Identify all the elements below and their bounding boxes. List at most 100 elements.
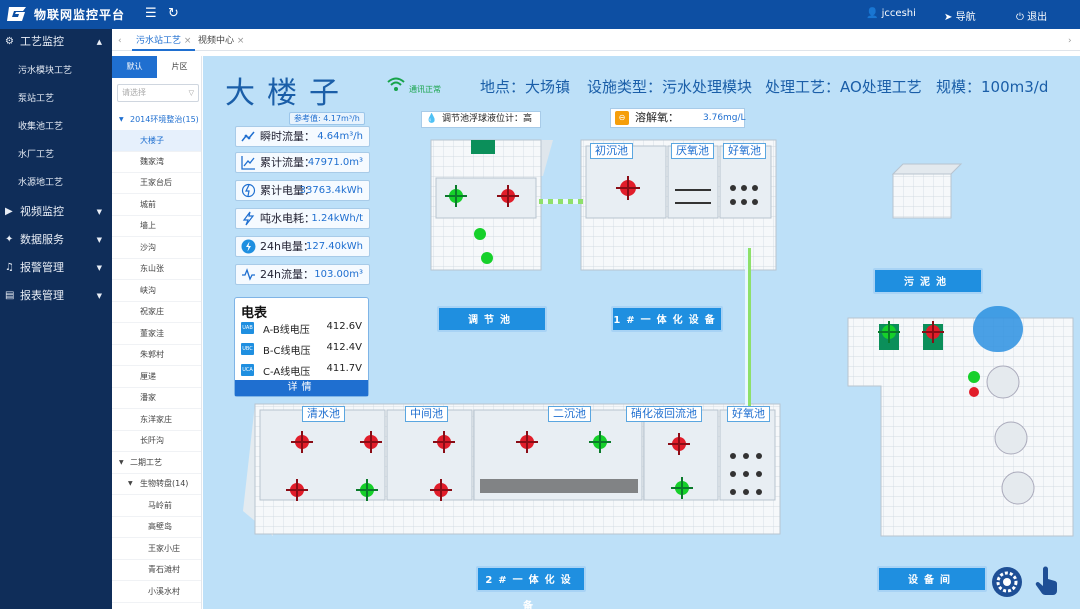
meter-row-ab: UAB A-B线电压 412.6V <box>241 319 366 337</box>
metric-24h-power: 24h电量： 127.40kWh <box>235 236 370 257</box>
tag-unit2[interactable]: 2#一体化设备 <box>476 566 586 609</box>
nav-sub-sewage-module[interactable]: 污水模块工艺 <box>0 57 112 85</box>
water-drop-icon: 💧 <box>426 114 438 124</box>
oxygen-icon: ⊖ <box>615 111 629 125</box>
tank-label-anoxic: 厌氧池 <box>671 143 714 159</box>
tree-category-bio-disc[interactable]: ▼ 生物转盘(14) <box>112 473 201 495</box>
process-canvas: 大楼子 通讯正常 地点：大场镇 设施类型：污水处理模块 处理工艺：AO处理工艺 … <box>203 56 1080 609</box>
tree-item[interactable]: 长阡沟 <box>112 430 201 452</box>
tag-regulating-tank[interactable]: 调节池 <box>437 306 547 332</box>
tree-item[interactable]: 大楼子 <box>112 130 201 152</box>
meter-label: C-A线电压 <box>263 367 311 378</box>
tree-item[interactable]: 魏家湾 <box>112 151 201 173</box>
caret-down-icon: ▼ <box>119 459 124 466</box>
tree-item[interactable]: 东洋家庄 <box>112 409 201 431</box>
tree-item[interactable]: 城前 <box>112 194 201 216</box>
tag-unit1[interactable]: 1#一体化设备 <box>611 306 723 332</box>
tree-item[interactable]: 小溪水村 <box>112 581 201 603</box>
select-placeholder: 请选择 <box>122 88 146 97</box>
float-level-badge: 💧 调节池浮球液位计：高 <box>421 111 541 128</box>
tree-item[interactable]: 墙上 <box>112 215 201 237</box>
refresh-icon[interactable]: ↻ <box>168 6 179 21</box>
tab-sewage-process[interactable]: 污水站工艺 × <box>132 33 196 51</box>
gear-icon <box>996 571 1018 593</box>
close-icon[interactable]: × <box>237 36 245 46</box>
tree-item[interactable]: 厘递 <box>112 366 201 388</box>
send-icon: ➤ <box>944 12 953 23</box>
touch-fab[interactable] <box>1032 565 1062 595</box>
nav-sub-water-source[interactable]: 水源地工艺 <box>0 169 112 197</box>
tab-scroll-left-icon[interactable]: ‹ <box>114 33 126 51</box>
tree-category-label: 二期工艺 <box>130 458 162 467</box>
close-icon[interactable]: × <box>184 36 192 46</box>
tree-item[interactable]: 马岭前 <box>112 495 201 517</box>
level-indicator <box>481 252 493 264</box>
sludge-tank <box>891 163 963 219</box>
nav-sub-pump-station[interactable]: 泵站工艺 <box>0 85 112 113</box>
tree-item[interactable]: 峡沟 <box>112 280 201 302</box>
settings-icon: ⚙ <box>5 36 14 47</box>
nav-group-process[interactable]: ⚙ 工艺监控 ▲ <box>0 29 112 55</box>
tree-item[interactable]: 王家台后 <box>112 172 201 194</box>
user-menu[interactable]: 👤 jcceshi <box>866 8 916 19</box>
nav-group-video[interactable]: ▶ 视频监控 ▼ <box>0 199 112 225</box>
meter-label: B-C线电压 <box>263 346 311 357</box>
nav-sub-collection-pool[interactable]: 收集池工艺 <box>0 113 112 141</box>
nav-group-data[interactable]: ✦ 数据服务 ▼ <box>0 227 112 253</box>
tree-category-label: 生物转盘(14) <box>140 479 189 488</box>
tree-item[interactable]: 潘家 <box>112 387 201 409</box>
tree-category-2014[interactable]: ▼ 2014环境整治(15) <box>112 109 201 131</box>
tree-item[interactable]: 祝家庄 <box>112 301 201 323</box>
tree-item[interactable]: 董家洼 <box>112 323 201 345</box>
power-meter-icon <box>241 183 256 198</box>
metric-cumulative-power: 累计电量： 33763.4kWh <box>235 180 370 201</box>
process-type: 处理工艺：AO处理工艺 <box>765 78 922 96</box>
tag-equipment-room[interactable]: 设备间 <box>877 566 987 592</box>
chevron-down-icon: ▼ <box>96 264 102 272</box>
meter-details-button[interactable]: 详情 <box>235 380 368 396</box>
nav-group-alarm[interactable]: ♫ 报警管理 ▼ <box>0 255 112 281</box>
top-bar: 物联网监控平台 ☰ ↻ 👤 jcceshi ➤ 导航 ⏻ 退出 <box>0 0 1080 29</box>
meter-value: 412.4V <box>326 342 362 353</box>
menu-toggle-icon[interactable]: ☰ <box>145 6 157 21</box>
tab-video-center[interactable]: 视频中心 × <box>194 33 248 51</box>
bell-icon: ♫ <box>5 262 14 273</box>
tag-sludge-tank[interactable]: 污泥池 <box>873 268 983 294</box>
nav-group-label: 报警管理 <box>20 261 64 274</box>
user-icon: 👤 <box>866 8 879 19</box>
metric-instant-flow: 瞬时流量： 4.64m³/h <box>235 126 370 147</box>
tree-item[interactable]: 高壁岛 <box>112 516 201 538</box>
do-value: 3.76mg/L <box>703 113 746 123</box>
tree-select[interactable]: 请选择 ▽ <box>117 84 199 102</box>
metric-24h-flow: 24h流量： 103.00m³ <box>235 264 370 285</box>
logout-button[interactable]: ⏻ 退出 <box>1016 8 1047 23</box>
metric-label: 瞬时流量： <box>260 130 315 143</box>
metric-value: 103.00m³ <box>314 269 363 280</box>
tree-item[interactable]: 东山张 <box>112 258 201 280</box>
tree-item[interactable]: 沙沟 <box>112 237 201 259</box>
tree-tab-default[interactable]: 默认 <box>112 56 157 78</box>
chevron-down-icon: ▽ <box>188 89 194 97</box>
tab-label: 视频中心 <box>198 36 235 46</box>
chevron-down-icon: ▼ <box>96 292 102 300</box>
tab-scroll-right-icon[interactable]: › <box>1064 33 1076 51</box>
nav-sub-water-plant[interactable]: 水厂工艺 <box>0 141 112 169</box>
pipe-horizontal <box>539 199 583 204</box>
nav-group-report[interactable]: ▤ 报表管理 ▼ <box>0 283 112 309</box>
scale: 规模：100m3/d <box>936 78 1049 96</box>
tree-item[interactable]: 青石滩村 <box>112 559 201 581</box>
meter-value: 412.6V <box>326 321 362 332</box>
tree-item[interactable]: 朱郭村 <box>112 344 201 366</box>
regulating-tank <box>430 139 553 271</box>
nav-link[interactable]: ➤ 导航 <box>944 8 976 23</box>
logout-label: 退出 <box>1027 12 1048 23</box>
tree-category-phase2[interactable]: ▼ 二期工艺 <box>112 452 201 474</box>
metric-value: 4.64m³/h <box>317 131 363 142</box>
voltage-icon: UBC <box>241 343 254 355</box>
caret-down-icon: ▼ <box>119 116 124 123</box>
tree-tab-area[interactable]: 片区 <box>157 56 202 78</box>
data-icon: ✦ <box>5 234 14 245</box>
report-icon: ▤ <box>5 290 15 301</box>
settings-fab[interactable] <box>992 567 1022 597</box>
tree-item[interactable]: 王家小庄 <box>112 538 201 560</box>
